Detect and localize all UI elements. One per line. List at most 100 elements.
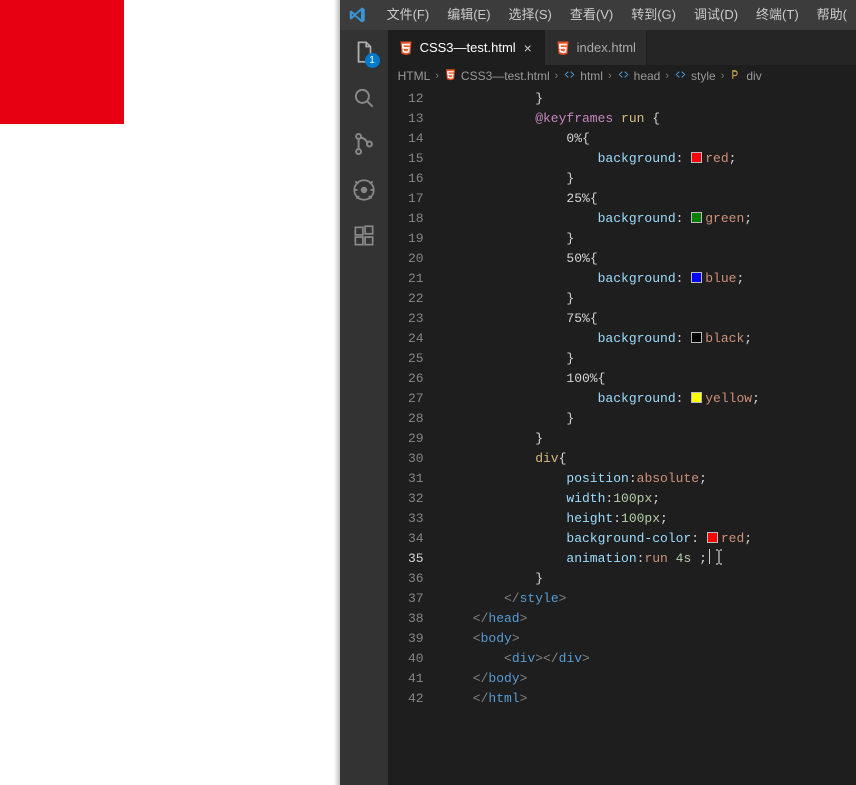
xml-icon	[674, 68, 687, 84]
code-line[interactable]: }	[442, 229, 856, 249]
code-line[interactable]: </body>	[442, 669, 856, 689]
browser-preview	[0, 0, 340, 785]
breadcrumb-item[interactable]: div	[729, 68, 761, 84]
code-line[interactable]: div{	[442, 449, 856, 469]
line-number: 41	[388, 669, 424, 689]
color-swatch-icon	[707, 532, 718, 543]
menu-item[interactable]: 终端(T)	[747, 7, 808, 22]
code-line[interactable]: animation:run 4s ;	[442, 549, 856, 569]
line-number: 32	[388, 489, 424, 509]
breadcrumb-item[interactable]: HTML	[398, 69, 431, 83]
line-number: 20	[388, 249, 424, 269]
menu-item[interactable]: 转到(G)	[622, 7, 685, 22]
xml-icon	[617, 68, 630, 84]
chevron-right-icon: ›	[718, 70, 728, 82]
xml-icon	[563, 68, 576, 84]
line-number: 42	[388, 689, 424, 709]
explorer-badge: 1	[365, 53, 380, 68]
menu-item[interactable]: 查看(V)	[561, 7, 622, 22]
tab[interactable]: index.html	[545, 30, 647, 65]
code-line[interactable]: 75%{	[442, 309, 856, 329]
line-number: 24	[388, 329, 424, 349]
breadcrumb-item[interactable]: html	[563, 68, 603, 84]
code-line[interactable]: 25%{	[442, 189, 856, 209]
menu-item[interactable]: 调试(D)	[685, 7, 747, 22]
line-number: 13	[388, 109, 424, 129]
line-number: 31	[388, 469, 424, 489]
code-line[interactable]: background: green;	[442, 209, 856, 229]
editor-tabs: CSS3—test.html× index.html	[388, 30, 856, 65]
css-icon	[729, 68, 742, 84]
line-number: 21	[388, 269, 424, 289]
search-icon[interactable]	[350, 84, 378, 112]
breadcrumb-label: CSS3—test.html	[461, 69, 550, 83]
line-number: 19	[388, 229, 424, 249]
menu-item[interactable]: 帮助(	[808, 7, 856, 22]
color-swatch-icon	[691, 212, 702, 223]
code-line[interactable]: position:absolute;	[442, 469, 856, 489]
code-line[interactable]: }	[442, 429, 856, 449]
code-line[interactable]: </style>	[442, 589, 856, 609]
code-line[interactable]: @keyframes run {	[442, 109, 856, 129]
code-content[interactable]: } @keyframes run { 0%{ background: red; …	[442, 87, 856, 785]
code-line[interactable]: height:100px;	[442, 509, 856, 529]
code-line[interactable]: }	[442, 349, 856, 369]
code-line[interactable]: background: black;	[442, 329, 856, 349]
code-line[interactable]: </html>	[442, 689, 856, 709]
code-line[interactable]: 100%{	[442, 369, 856, 389]
code-line[interactable]: width:100px;	[442, 489, 856, 509]
code-line[interactable]: }	[442, 89, 856, 109]
code-line[interactable]: }	[442, 409, 856, 429]
breadcrumb-label: html	[580, 69, 603, 83]
menu-item[interactable]: 选择(S)	[500, 7, 561, 22]
line-number: 16	[388, 169, 424, 189]
code-line[interactable]: }	[442, 169, 856, 189]
color-swatch-icon	[691, 272, 702, 283]
line-number: 15	[388, 149, 424, 169]
breadcrumb-label: div	[746, 69, 761, 83]
line-number-gutter: 1213141516171819202122232425262728293031…	[388, 87, 442, 785]
code-line[interactable]: background: yellow;	[442, 389, 856, 409]
code-line[interactable]: }	[442, 569, 856, 589]
code-line[interactable]: background: red;	[442, 149, 856, 169]
menu-bar: 文件(F)编辑(E)选择(S)查看(V)转到(G)调试(D)终端(T)帮助(	[340, 0, 856, 30]
extensions-icon[interactable]	[350, 222, 378, 250]
html5-icon	[444, 68, 457, 84]
code-line[interactable]: background: blue;	[442, 269, 856, 289]
line-number: 25	[388, 349, 424, 369]
line-number: 33	[388, 509, 424, 529]
tab-label: index.html	[577, 40, 636, 55]
color-swatch-icon	[691, 332, 702, 343]
html5-icon	[555, 40, 571, 56]
code-line[interactable]: }	[442, 289, 856, 309]
code-line[interactable]: background-color: red;	[442, 529, 856, 549]
close-icon[interactable]: ×	[522, 42, 534, 54]
chevron-right-icon: ›	[552, 70, 562, 82]
code-line[interactable]: <body>	[442, 629, 856, 649]
line-number: 34	[388, 529, 424, 549]
html5-icon	[398, 40, 414, 56]
breadcrumb-item[interactable]: CSS3—test.html	[444, 68, 550, 84]
breadcrumb-item[interactable]: head	[617, 68, 661, 84]
vscode-logo-icon	[344, 0, 372, 30]
ibeam-cursor-icon	[714, 549, 724, 565]
code-line[interactable]: 50%{	[442, 249, 856, 269]
source-control-icon[interactable]	[350, 130, 378, 158]
menu-item[interactable]: 编辑(E)	[438, 7, 499, 22]
code-editor[interactable]: 1213141516171819202122232425262728293031…	[388, 87, 856, 785]
code-line[interactable]: 0%{	[442, 129, 856, 149]
breadcrumb[interactable]: HTML›CSS3—test.html›html›head›style›div	[388, 65, 856, 87]
line-number: 17	[388, 189, 424, 209]
line-number: 30	[388, 449, 424, 469]
line-number: 27	[388, 389, 424, 409]
line-number: 35	[388, 549, 424, 569]
explorer-icon[interactable]: 1	[350, 38, 378, 66]
debug-icon[interactable]	[350, 176, 378, 204]
code-line[interactable]: </head>	[442, 609, 856, 629]
code-line[interactable]: <div></div>	[442, 649, 856, 669]
breadcrumb-label: HTML	[398, 69, 431, 83]
breadcrumb-item[interactable]: style	[674, 68, 716, 84]
color-swatch-icon	[691, 392, 702, 403]
tab-active[interactable]: CSS3—test.html×	[388, 30, 545, 65]
menu-item[interactable]: 文件(F)	[378, 7, 439, 22]
